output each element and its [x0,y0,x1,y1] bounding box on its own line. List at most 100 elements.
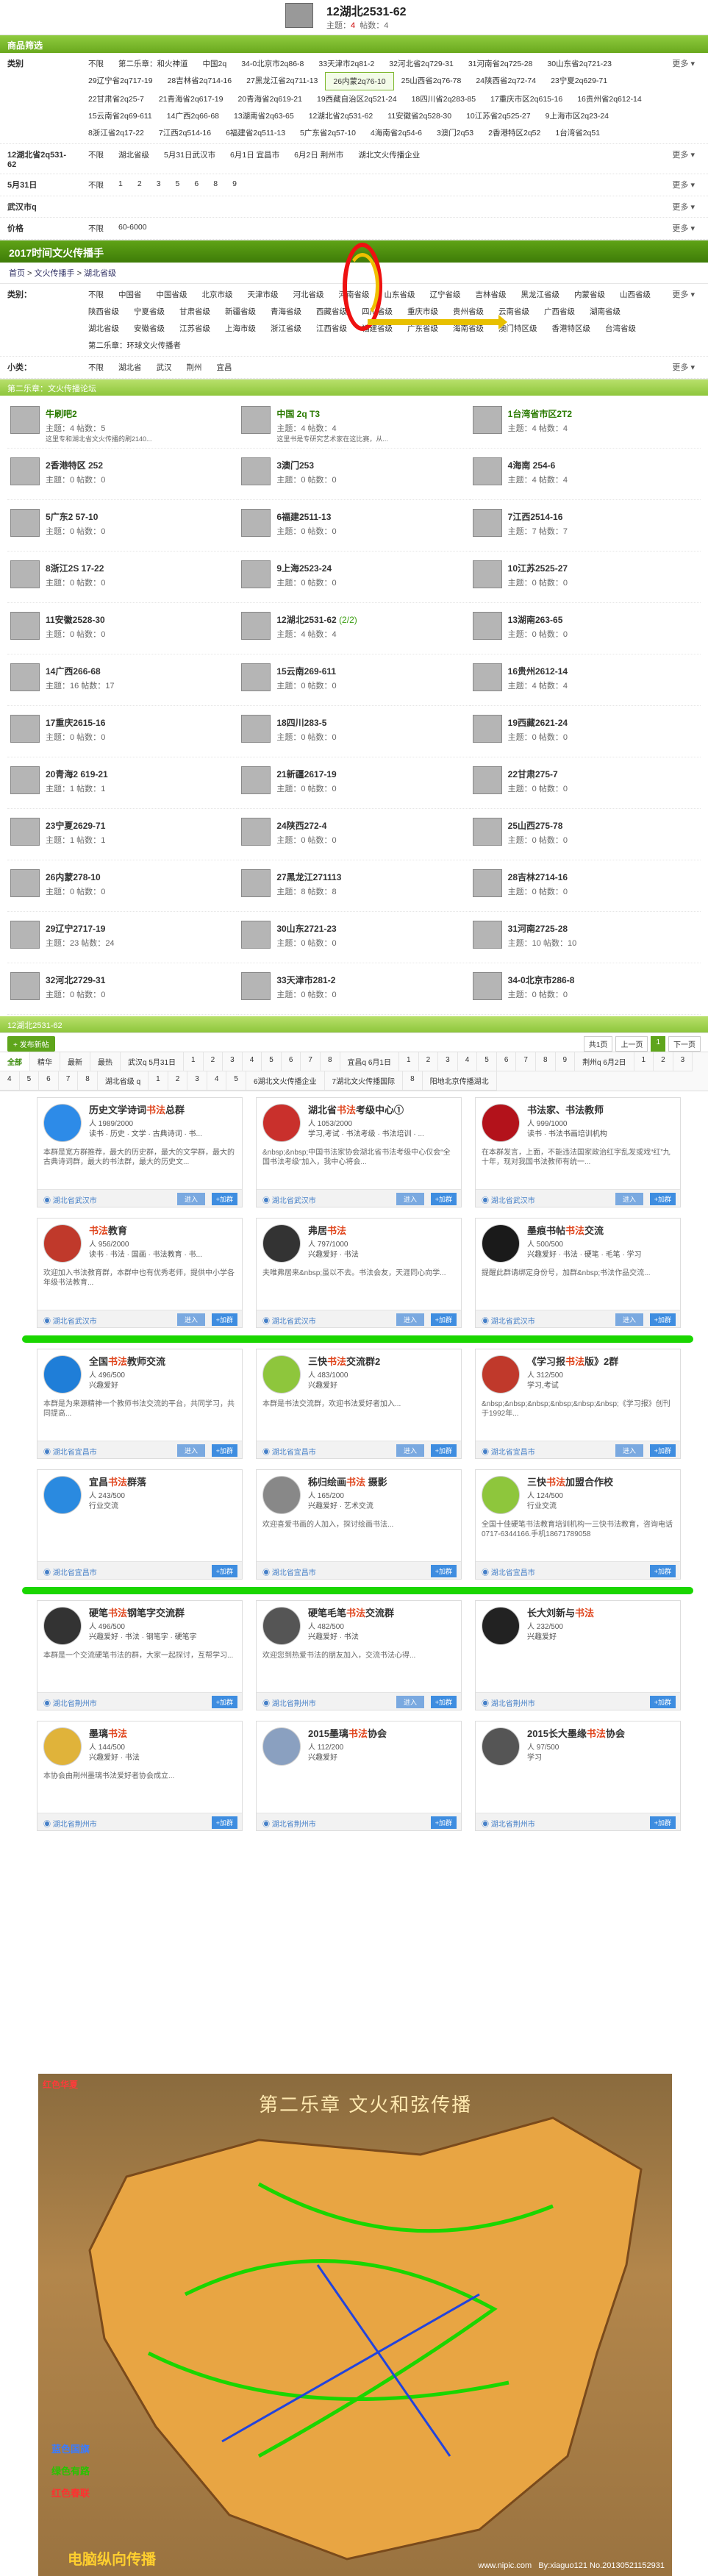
filter-option[interactable]: 北京市级 [195,286,240,303]
filter-option[interactable]: 22甘肃省2q25-7 [81,90,151,107]
more-toggle[interactable]: 更多 [672,57,695,69]
breadcrumb-link[interactable]: 文火传播手 [35,269,75,278]
board-name-text[interactable]: 31河南2725-28 [508,924,568,934]
filter-option[interactable]: 18四川省2q283-85 [404,90,484,107]
group-name-suffix[interactable]: 群落 [127,1477,146,1488]
group-name-prefix[interactable]: 墨痕书帖 [527,1225,565,1236]
group-avatar[interactable] [43,1607,82,1645]
new-post-button[interactable]: + 发布新帖 [7,1036,55,1052]
board-name-text[interactable]: 30山东2721-23 [276,924,336,934]
group-name[interactable]: 长大刘新与书法 [527,1605,594,1619]
board-name-text[interactable]: 19西藏2621-24 [508,718,568,728]
thread-tab[interactable]: 4 [207,1071,227,1091]
filter-option[interactable]: 1 [111,176,130,193]
group-name-prefix[interactable]: 秭归绘画 [308,1477,346,1488]
board-item[interactable]: 28吉林2714-16 主题：0 帖数：0 [469,860,701,912]
board-name[interactable]: 4海南 254-6 [508,459,556,471]
filter-option[interactable]: 9 [225,176,244,193]
pager-item[interactable]: 共1页 [583,1036,613,1052]
group-avatar[interactable] [482,1104,520,1142]
board-item[interactable]: 14广西266-68 主题：16 帖数：17 [7,654,239,706]
filter-option[interactable]: 湖北省 [111,359,149,376]
filter-option[interactable]: 9上海市区2q23-24 [538,107,616,124]
group-name-keyword[interactable]: 书法 [575,1608,594,1619]
filter-option[interactable]: 31河南省2q725-28 [461,55,540,72]
board-item[interactable]: 6福建2511-13 主题：0 帖数：0 [238,500,470,552]
join-group-button[interactable]: +加群 [430,1444,457,1457]
filter-option[interactable]: 5月31日武汉市 [157,146,223,171]
thread-tab[interactable]: 3 [673,1052,693,1071]
thread-tab[interactable]: 阳地北京传播湖北 [422,1071,497,1091]
filter-option[interactable]: 湖北文火传播企业 [351,146,427,171]
thread-tab[interactable]: 7 [58,1071,79,1091]
thread-tab[interactable]: 1 [634,1052,654,1071]
group-location[interactable]: 湖北省宜昌市 [482,1566,535,1577]
filter-option[interactable]: 甘肃省级 [172,303,218,320]
group-name-prefix[interactable]: 宜昌 [89,1477,108,1488]
filter-option[interactable]: 8浙江省2q17-22 [81,124,151,141]
board-name[interactable]: 7江西2514-16 [508,510,563,523]
group-location[interactable]: 湖北省荆州市 [43,1697,97,1708]
enter-button[interactable]: 进入 [615,1193,643,1205]
board-name-text[interactable]: 5广东2 57-10 [46,512,98,522]
board-name[interactable]: 18四川283-5 [276,716,326,729]
board-name[interactable]: 8浙江2S 17-22 [46,562,104,574]
filter-option[interactable]: 中国2q [196,55,235,72]
board-name[interactable]: 30山东2721-23 [276,922,336,935]
group-location[interactable]: 湖北省武汉市 [262,1315,316,1326]
board-item[interactable]: 21新疆2617-19 主题：0 帖数：0 [238,757,470,809]
filter-option[interactable]: 不限 [81,176,111,193]
board-name-text[interactable]: 10江苏2525-27 [508,563,568,574]
board-name[interactable]: 牛刷吧2 [46,407,77,420]
thread-tab[interactable]: 5 [226,1071,246,1091]
more-toggle[interactable]: 更多 [672,222,695,234]
board-name[interactable]: 26内蒙278-10 [46,871,101,883]
filter-option[interactable]: 辽宁省级 [423,286,468,303]
join-group-button[interactable]: +加群 [211,1444,237,1457]
board-name-text[interactable]: 22甘肃275-7 [508,769,558,779]
filter-option[interactable]: 19西藏自治区2q521-24 [310,90,404,107]
filter-option[interactable]: 江西省级 [309,320,354,337]
filter-option[interactable]: 24陕西省2q72-74 [468,72,543,90]
filter-option[interactable]: 3 [149,176,168,193]
board-name[interactable]: 32河北2729-31 [46,974,105,986]
filter-option[interactable]: 贵州省级 [446,303,491,320]
board-name-text[interactable]: 17重庆2615-16 [46,718,105,728]
thread-tab[interactable]: 1 [184,1052,204,1071]
board-item[interactable]: 牛刷吧2 主题：4 帖数：5 这里专和湖北省文火传播的刷2140... [7,397,239,449]
filter-option[interactable]: 中国省 [111,286,149,303]
thread-tab[interactable]: 精华 [30,1052,60,1071]
group-name-prefix[interactable]: 三快 [308,1356,327,1367]
group-name[interactable]: 2015墨璃书法协会 [308,1726,387,1740]
board-item[interactable]: 2香港特区 252 主题：0 帖数：0 [7,449,239,500]
group-location[interactable]: 湖北省武汉市 [482,1194,535,1205]
group-name-suffix[interactable]: 摄影 [365,1477,387,1488]
board-name-text[interactable]: 14广西266-68 [46,666,101,677]
group-name-keyword[interactable]: 书法 [587,1728,606,1739]
group-name-prefix[interactable]: 全国 [89,1356,108,1367]
board-name[interactable]: 22甘肃275-7 [508,768,558,780]
group-avatar[interactable] [43,1224,82,1263]
group-name[interactable]: 墨痕书帖书法交流 [527,1223,604,1237]
filter-option[interactable]: 10江苏省2q525-27 [459,107,538,124]
board-name[interactable]: 29辽宁2717-19 [46,922,105,935]
thread-tab[interactable]: 7湖北文火传播国际 [324,1071,404,1091]
board-name-text[interactable]: 25山西275-78 [508,821,563,831]
group-location[interactable]: 湖北省武汉市 [482,1315,535,1326]
filter-option[interactable]: 30山东省2q721-23 [540,55,619,72]
breadcrumb-link[interactable]: 湖北省级 [84,269,116,278]
board-name[interactable]: 28吉林2714-16 [508,871,568,883]
filter-option[interactable]: 34-0北京市2q86-8 [234,55,311,72]
breadcrumb-link[interactable]: 首页 [9,269,25,278]
board-name-text[interactable]: 8浙江2S 17-22 [46,563,104,574]
filter-option[interactable]: 11安徽省2q528-30 [380,107,459,124]
board-item[interactable]: 15云南269-611 主题：0 帖数：0 [238,654,470,706]
join-group-button[interactable]: +加群 [211,1565,237,1577]
board-item[interactable]: 3澳门253 主题：0 帖数：0 [238,449,470,500]
group-name-keyword[interactable]: 书法 [89,1225,108,1236]
group-avatar[interactable] [43,1727,82,1766]
group-name-keyword[interactable]: 书法 [146,1105,165,1116]
filter-option[interactable]: 第二乐章：和火神道 [111,55,196,72]
filter-option[interactable]: 江苏省级 [172,320,218,337]
thread-tab[interactable]: 全部 [0,1052,30,1071]
